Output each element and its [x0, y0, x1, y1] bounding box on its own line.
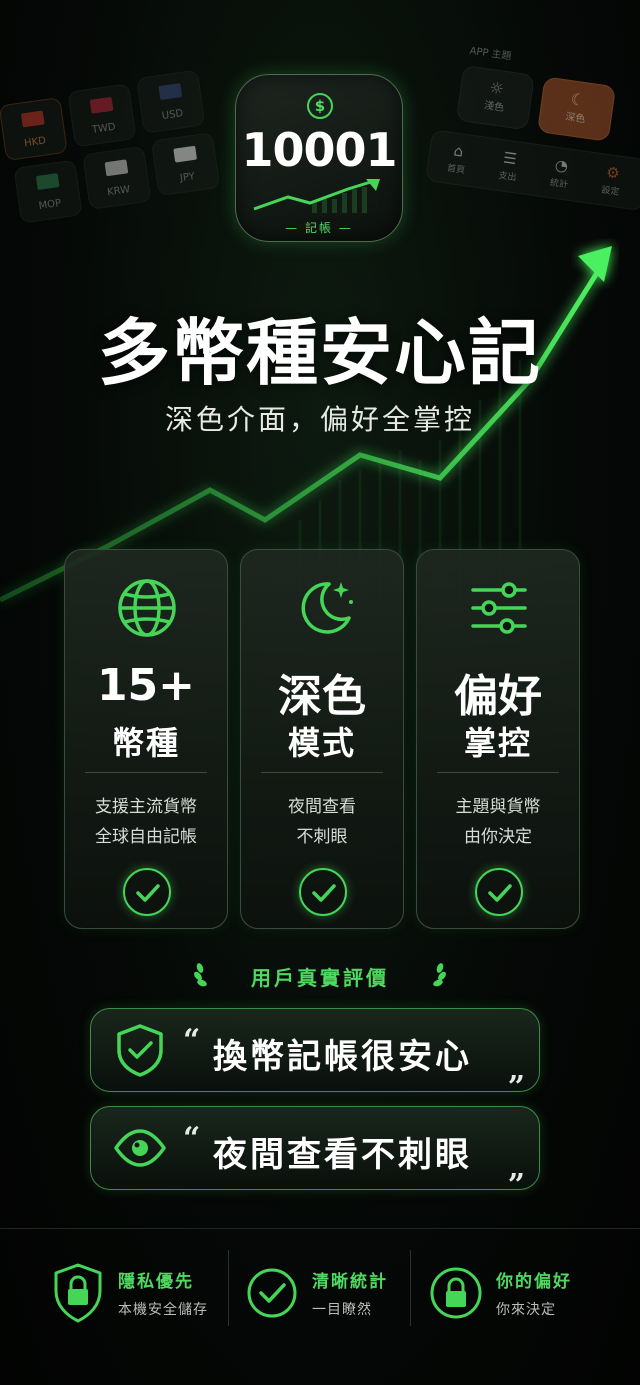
divider [437, 772, 559, 773]
headline: 多幣種安心記 [97, 311, 542, 395]
footer-subtitle: 你來決定 [496, 1302, 556, 1318]
feature-desc: 支援主流貨幣 全球自由記帳 [65, 792, 227, 852]
theme-light-label: 淺色 [483, 100, 505, 114]
theme-dark-button: ☾ 深色 [536, 76, 617, 142]
home-icon: ⌂ [452, 141, 465, 161]
feature-big: 15+ [96, 660, 196, 711]
mo-flag-icon [35, 173, 60, 190]
sun-icon: ☼ [488, 77, 506, 99]
close-quote: ” [507, 1168, 525, 1203]
currency-tile-jpy: JPY [150, 132, 221, 197]
feature-mid: 幣種 [111, 724, 180, 762]
currency-code: TWD [91, 121, 117, 136]
nav-settings: ⚙ 設定 [588, 159, 636, 200]
moon-small-icon: ☾ [569, 89, 587, 111]
feature-big: 偏好 [454, 671, 542, 722]
laurel-right-icon [433, 963, 446, 987]
theme-light-button: ☼ 淺色 [455, 64, 535, 131]
feature-desc-line: 主題與貨幣 [455, 797, 541, 817]
settings-panel-decoration: APP 主題 ☼ 淺色 ☾ 深色 ⌂ 首頁 ☰ 支出 ◔ 統計 ⚙ 設定 [419, 24, 640, 255]
lock-circle-icon [430, 1267, 482, 1319]
us-flag-icon [158, 83, 183, 101]
feature-card-preferences: 偏好 掌控 主題與貨幣 由你決定 [416, 549, 580, 929]
feature-desc-line: 夜間查看 [288, 797, 356, 817]
footer-subtitle: 一目瞭然 [312, 1302, 372, 1318]
feature-desc: 夜間查看 不刺眼 [241, 792, 403, 852]
currency-code: USD [161, 108, 184, 122]
pie-chart-icon: ◔ [553, 155, 570, 176]
feature-desc-line: 全球自由記帳 [95, 827, 197, 847]
subheadline: 深色介面，偏好全掌控 [164, 403, 475, 436]
check-circle-icon [247, 1268, 297, 1318]
currency-code: JPY [179, 171, 196, 185]
feature-desc: 主題與貨幣 由你決定 [417, 792, 579, 852]
currency-code: HKD [23, 135, 47, 150]
feature-mid: 模式 [287, 724, 356, 762]
footer-title: 隱私優先 [118, 1272, 194, 1292]
currency-code: KRW [106, 184, 131, 199]
list-icon: ☰ [502, 148, 518, 169]
feature-desc-line: 支援主流貨幣 [95, 797, 197, 817]
open-quote: “ [183, 1023, 201, 1058]
nav-stats: ◔ 統計 [536, 152, 584, 193]
footer-subtitle: 本機安全儲存 [118, 1302, 208, 1318]
nav-label: 首頁 [446, 163, 466, 177]
app-icon-label: — 記帳 — [285, 221, 353, 235]
review-bubble: “ 換幣記帳很安心 ” [90, 1008, 540, 1105]
footer-divider [228, 1250, 229, 1326]
review-text: 夜間查看不刺眼 [213, 1135, 472, 1175]
feature-desc-line: 不刺眼 [296, 827, 348, 847]
sliders-icon [471, 582, 527, 634]
nav-expense: ☰ 支出 [485, 144, 533, 185]
check-circle-icon [475, 868, 523, 916]
review-bubble: “ 夜間查看不刺眼 ” [90, 1106, 540, 1203]
feature-card-currencies: 15+ 幣種 支援主流貨幣 全球自由記帳 [64, 549, 228, 929]
feature-mid: 掌控 [463, 724, 532, 762]
footer-divider [410, 1250, 411, 1326]
open-quote: “ [183, 1121, 201, 1156]
divider [85, 772, 207, 773]
nav-home: ⌂ 首頁 [433, 137, 481, 178]
currency-code: MOP [38, 197, 62, 212]
feature-card-dark-mode: 深色 模式 夜間查看 不刺眼 [240, 549, 404, 929]
trend-up-icon [253, 179, 380, 213]
close-quote: ” [507, 1070, 525, 1105]
bottom-nav-decoration: ⌂ 首頁 ☰ 支出 ◔ 統計 ⚙ 設定 [425, 129, 640, 212]
nav-label: 設定 [600, 185, 620, 198]
kr-flag-icon [104, 159, 129, 177]
check-circle-icon [299, 868, 347, 916]
footer-features: 隱私優先 本機安全儲存 清晰統計 一目瞭然 你的偏好 你來決定 [0, 1228, 640, 1338]
dollar-coin-icon: $ [307, 93, 333, 119]
currency-tile-hkd: HKD [0, 96, 68, 162]
globe-icon [118, 579, 176, 637]
gear-icon: ⚙ [605, 162, 621, 183]
currency-tile-krw: KRW [82, 145, 152, 210]
check-circle-icon [123, 868, 171, 916]
hk-flag-icon [20, 110, 45, 128]
review-text: 換幣記帳很安心 [213, 1037, 472, 1077]
reviews-title: 用戶真實評價 [251, 966, 389, 990]
eye-icon [114, 1129, 166, 1167]
currency-tile-twd: TWD [67, 83, 137, 148]
jp-flag-icon [173, 145, 198, 163]
theme-dark-label: 深色 [564, 111, 586, 126]
currency-tile-usd: USD [136, 69, 206, 134]
tw-flag-icon [89, 96, 114, 114]
lock-shield-icon [54, 1263, 102, 1323]
app-icon: $ 10001 — 記帳 — [235, 74, 403, 242]
feature-big: 深色 [278, 671, 366, 722]
feature-desc-line: 由你決定 [464, 827, 532, 847]
nav-label: 支出 [497, 170, 518, 184]
moon-icon [301, 582, 353, 634]
settings-title: APP 主題 [468, 45, 513, 63]
app-icon-number: 10001 [241, 123, 397, 177]
shield-check-icon [117, 1024, 163, 1077]
footer-title: 清晰統計 [312, 1272, 388, 1292]
currency-tile-mop: MOP [13, 159, 83, 224]
divider [261, 772, 383, 773]
currency-tiles-decoration: HKD TWD USD MOP KRW JPY [0, 35, 245, 295]
footer-title: 你的偏好 [496, 1272, 572, 1292]
nav-label: 統計 [549, 178, 569, 191]
